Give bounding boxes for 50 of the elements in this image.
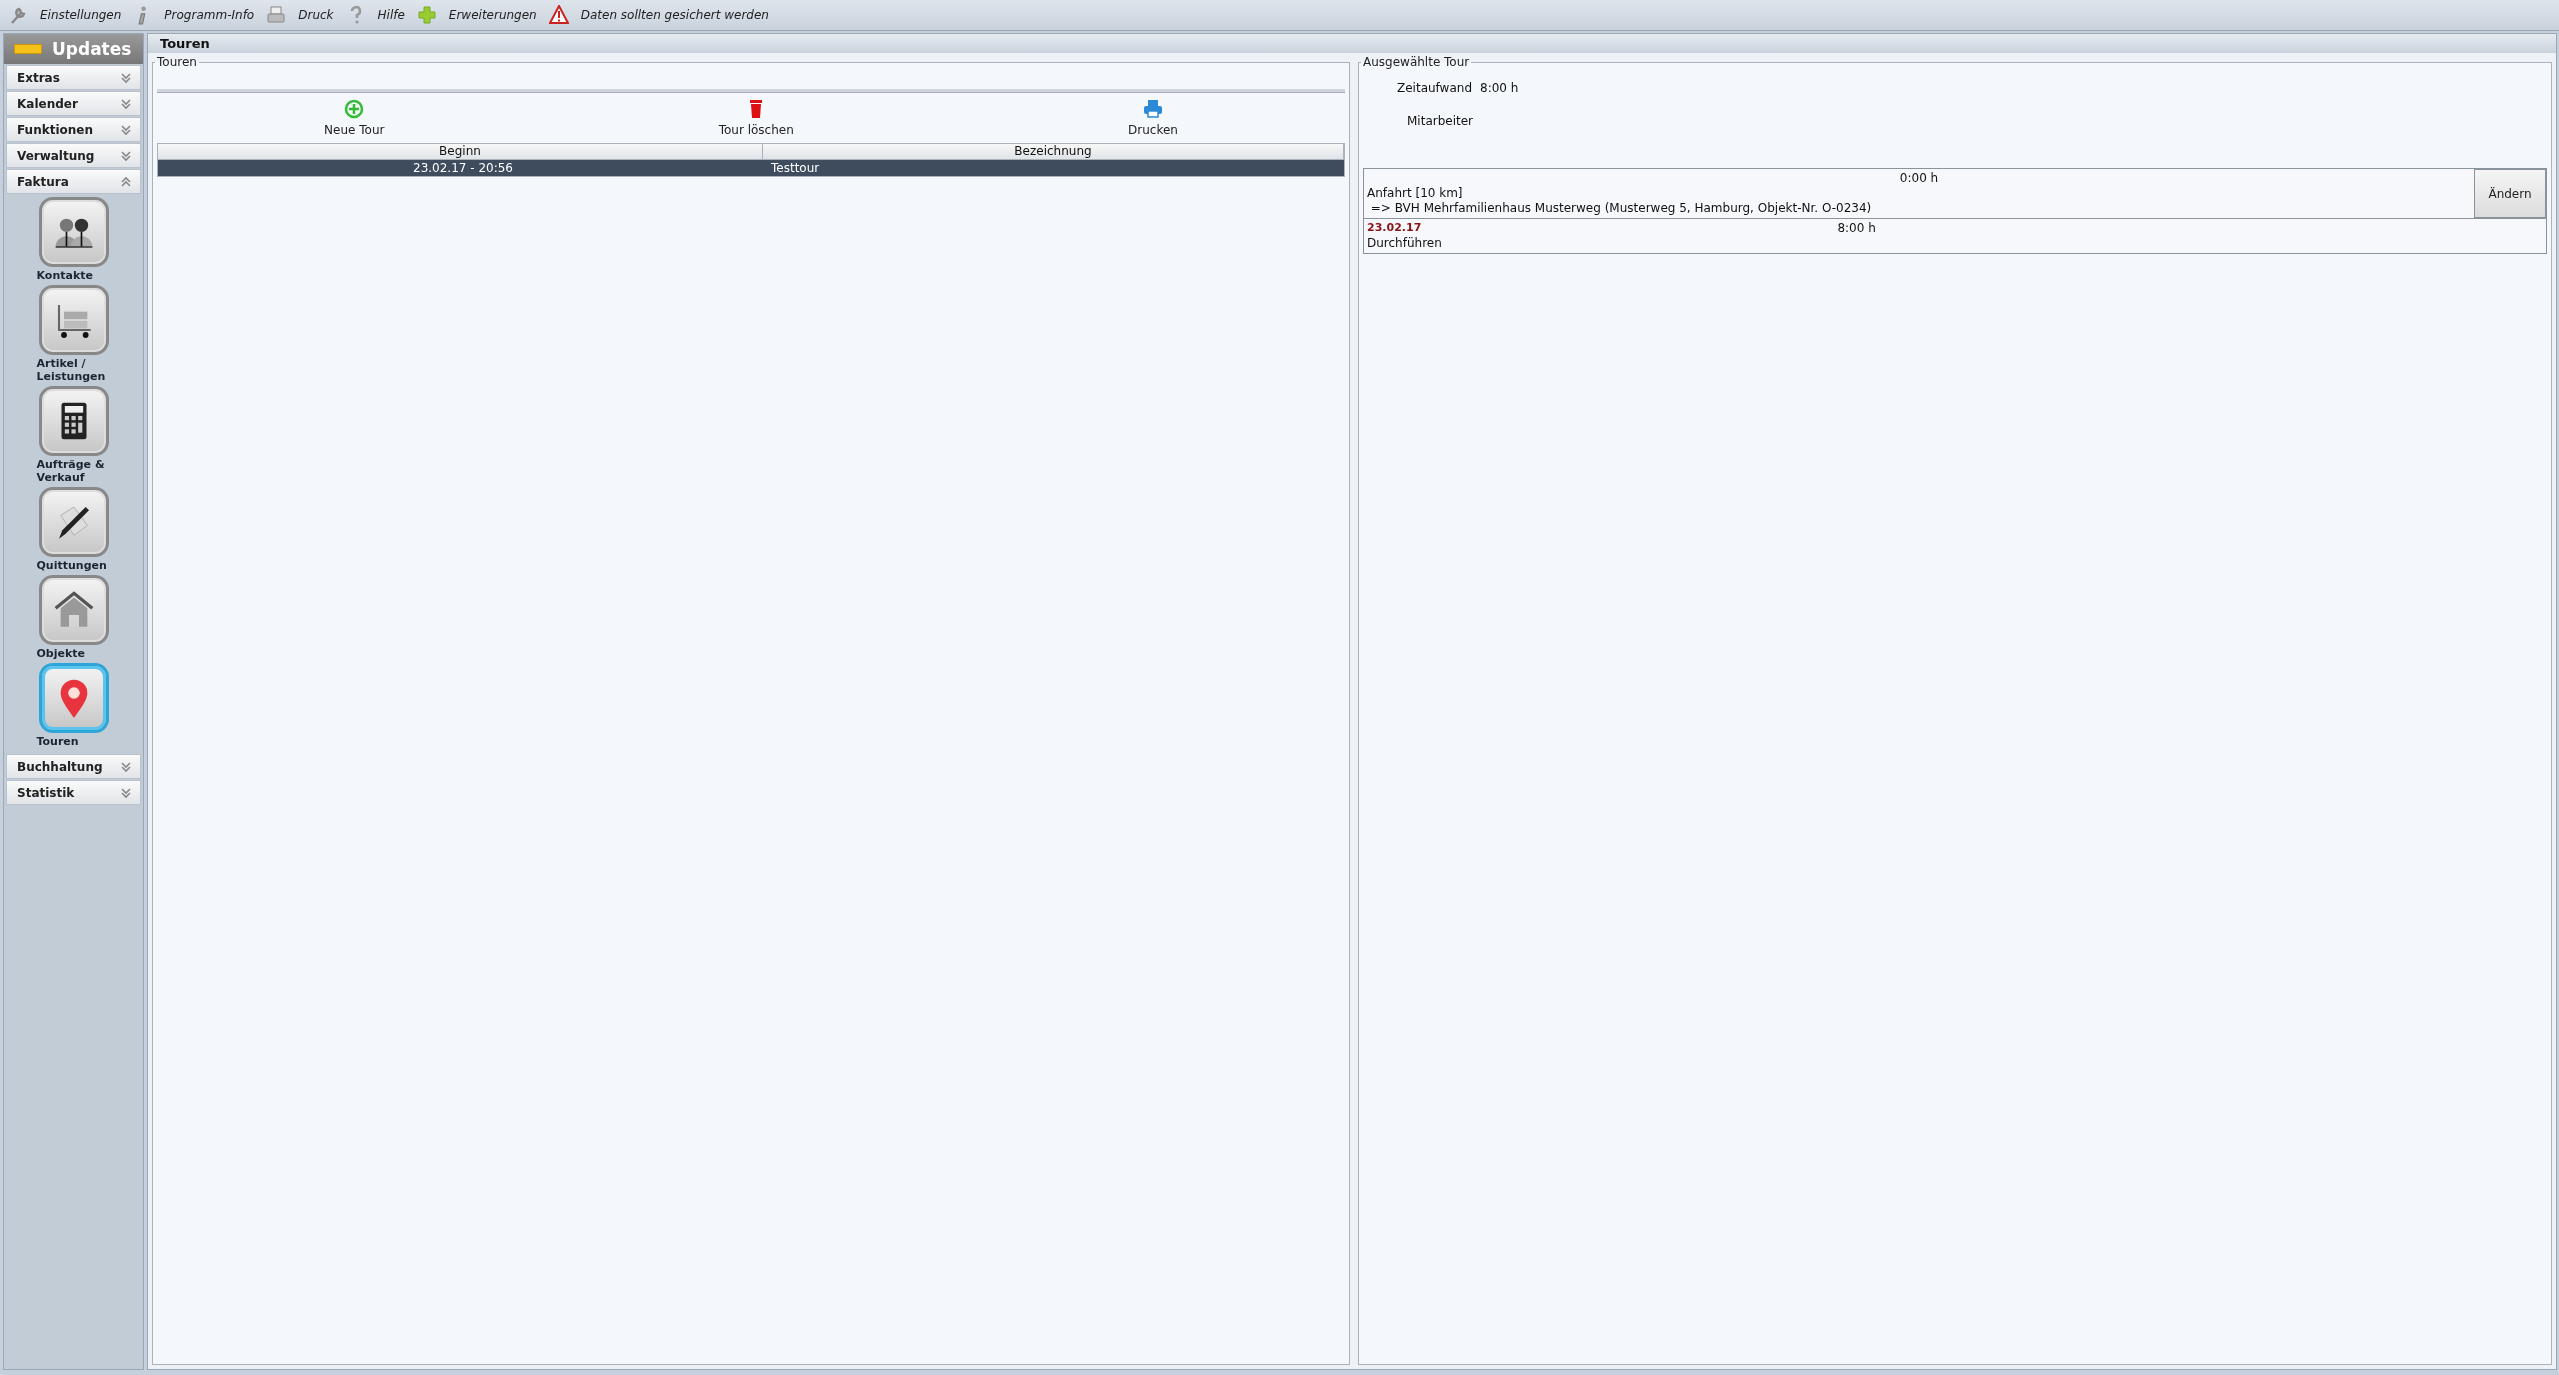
group-title: Touren bbox=[156, 55, 198, 69]
plus-icon bbox=[416, 5, 437, 25]
column-header[interactable]: Bezeichnung bbox=[763, 144, 1344, 160]
section-header[interactable]: Statistik bbox=[6, 780, 141, 805]
entry-time: 0:00 h bbox=[1899, 171, 1939, 186]
sidebar-header[interactable]: Updates bbox=[4, 34, 143, 64]
table-cell-text: 23.02.17 - 20:56 bbox=[412, 160, 514, 176]
entry-date: 23.02.17 bbox=[1367, 221, 1423, 236]
field-value: 8:00 h bbox=[1480, 81, 1519, 95]
toolbar-button[interactable]: Tour löschen bbox=[712, 97, 800, 139]
entry-time: 8:00 h bbox=[1837, 221, 1876, 236]
warning-icon bbox=[548, 5, 569, 25]
section-header[interactable]: Extras bbox=[6, 65, 141, 90]
group-title: Ausgewählte Tour bbox=[1362, 55, 1471, 69]
toolbar-button[interactable]: Druck bbox=[266, 5, 342, 25]
section-header[interactable]: Kalender bbox=[6, 91, 141, 116]
toolbar-button[interactable]: Drucken bbox=[1122, 97, 1184, 139]
sidebar-item[interactable]: Quittungen bbox=[30, 487, 117, 572]
section-header[interactable]: Faktura bbox=[6, 169, 141, 194]
entry-text: Anfahrt [10 km] bbox=[1367, 186, 1464, 201]
field-label: Mitarbeiter bbox=[1407, 114, 1474, 128]
edit-button[interactable]: Ändern bbox=[2474, 169, 2546, 218]
sidebar-item[interactable]: Kontakte bbox=[30, 197, 117, 282]
section-header[interactable]: Buchhaltung bbox=[6, 754, 141, 779]
section-header[interactable]: Verwaltung bbox=[6, 143, 141, 168]
table-row[interactable]: 23.02.17 - 20:56 Testtour bbox=[158, 160, 1344, 176]
info-icon bbox=[138, 5, 148, 25]
wrench-icon bbox=[8, 5, 28, 25]
printer-icon bbox=[266, 5, 287, 25]
printer-icon bbox=[1142, 99, 1163, 119]
panel-header: Touren bbox=[148, 34, 2556, 53]
toolbar-button[interactable]: Daten sollten gesichert werden bbox=[548, 5, 777, 25]
sidebar-item[interactable]: Aufträge & Verkauf bbox=[30, 386, 117, 484]
add-circle-icon bbox=[344, 99, 365, 119]
column-header[interactable]: Beginn bbox=[158, 144, 763, 160]
toolbar-button[interactable]: Einstellungen bbox=[8, 5, 130, 25]
toolbar-button[interactable]: Neue Tour bbox=[318, 97, 391, 139]
minus-icon bbox=[14, 44, 42, 54]
toolbar-button[interactable]: Erweiterungen bbox=[416, 5, 545, 25]
sidebar-title: Updates bbox=[52, 39, 132, 59]
field-label: Zeitaufwand bbox=[1397, 81, 1472, 95]
sidebar-item[interactable]: Touren bbox=[30, 663, 117, 748]
sidebar-item[interactable]: Artikel / Leistungen bbox=[30, 285, 117, 383]
table-cell-text: Testtour bbox=[770, 160, 821, 176]
sidebar-item[interactable]: Objekte bbox=[30, 575, 117, 660]
entry-text: => BVH Mehrfamilienhaus Musterweg (Musterweg 5, Hamburg, Objekt-Nr. O-0234) bbox=[1369, 201, 1873, 216]
toolbar-button[interactable]: Hilfe bbox=[345, 5, 413, 25]
section-header[interactable]: Funktionen bbox=[6, 117, 141, 142]
toolbar-button[interactable]: Programm-Info bbox=[133, 5, 263, 25]
entry-text: Durchführen bbox=[1367, 236, 1443, 251]
